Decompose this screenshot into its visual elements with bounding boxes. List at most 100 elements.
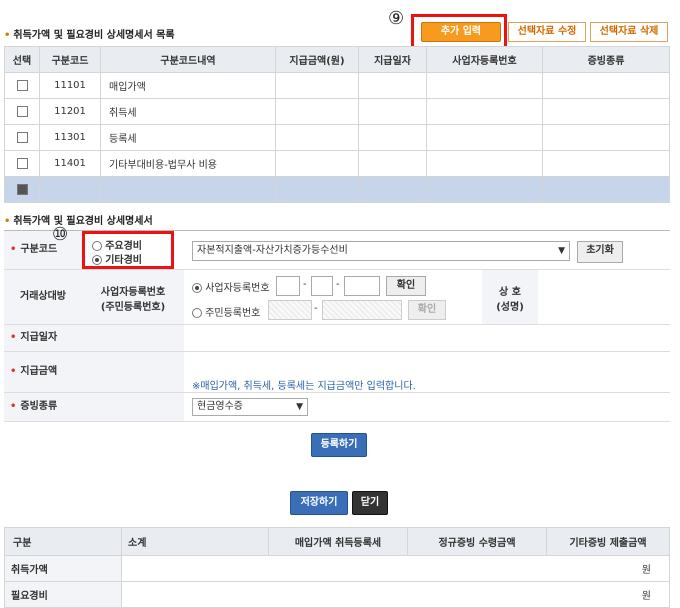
col-code-desc: 구분코드내역	[100, 46, 276, 73]
row-date	[358, 98, 427, 125]
row-code: 11401	[39, 150, 101, 177]
code-select[interactable]: 자본적지출액-자산가치증가등수선비 ▼	[192, 241, 570, 261]
proof-type-select[interactable]: 현금영수증 ▼	[192, 398, 308, 416]
row-code: 11301	[39, 124, 101, 151]
row-date	[358, 72, 427, 99]
required-icon: •	[10, 244, 17, 255]
col-category: 구분	[4, 527, 122, 556]
amount-note: ※매입가액, 취득세, 등록세는 지급금액만 입력합니다.	[192, 381, 416, 392]
row-amount	[275, 124, 359, 151]
list-section-title-text: 취득가액 및 필요경비 상세명세서 목록	[13, 30, 175, 41]
row-bizno	[426, 72, 543, 99]
proof-type-value: 현금영수증	[197, 401, 243, 412]
table-row[interactable]: 11401 기타부대비용-법무사 비용	[4, 150, 670, 177]
code-label-text: 구분코드	[20, 244, 58, 255]
name-label-line2: (성명)	[496, 302, 524, 313]
reg-number-label: 사업자등록번호 (주민등록번호)	[82, 270, 184, 324]
row-checkbox-cell[interactable]	[4, 150, 40, 177]
pay-amount-label: • 지급금액	[4, 352, 184, 392]
dash: -	[314, 303, 318, 314]
col-amount: 지급금액(원)	[275, 46, 359, 73]
name-label: 상 호 (성명)	[482, 270, 538, 324]
table-row-selected[interactable]	[4, 176, 670, 203]
divider	[4, 421, 670, 422]
resident-confirm-button[interactable]: 확인	[408, 300, 446, 320]
bullet-icon: •	[4, 216, 11, 227]
reg-label-line2: (주민등록번호)	[100, 302, 166, 313]
summary-table: 구분 소계 매입가액 취득등록세 정규증빙 수령금액 기타증빙 제출금액 취득가…	[4, 527, 670, 608]
col-biz-no: 사업자등록번호	[426, 46, 543, 73]
bullet-icon: •	[4, 30, 11, 41]
table-row[interactable]: 11201 취득세	[4, 98, 670, 125]
row-bizno	[426, 176, 543, 203]
list-table: 선택 구분코드 구분코드내역 지급금액(원) 지급일자 사업자등록번호 증빙종류…	[4, 46, 670, 203]
row-checkbox-cell[interactable]	[4, 176, 40, 203]
row-checkbox-checked[interactable]	[16, 183, 28, 195]
row-checkbox[interactable]	[16, 79, 28, 91]
col-subtotal: 소계	[121, 527, 269, 556]
close-button[interactable]: 닫기	[352, 491, 388, 515]
row-code	[39, 176, 101, 203]
row-checkbox-cell[interactable]	[4, 124, 40, 151]
row-proof	[542, 150, 670, 177]
radio-resident-number[interactable]: 주민등록번호	[192, 304, 260, 319]
row-desc: 취득세	[100, 98, 276, 125]
col-code: 구분코드	[39, 46, 101, 73]
row-checkbox[interactable]	[16, 105, 28, 117]
row-label: 필요경비	[4, 581, 122, 608]
radio-resident-label: 주민등록번호	[205, 308, 261, 319]
biz-confirm-button[interactable]: 확인	[386, 276, 426, 296]
row-checkbox[interactable]	[16, 157, 28, 169]
reset-button[interactable]: 초기화	[577, 241, 623, 263]
row-label: 취득가액	[4, 555, 122, 582]
summary-header: 구분 소계 매입가액 취득등록세 정규증빙 수령금액 기타증빙 제출금액	[4, 527, 670, 556]
radio-biz-label: 사업자등록번호	[205, 283, 270, 294]
chevron-down-icon: ▼	[558, 246, 565, 256]
code-select-value: 자본적지출액-자산가치증가등수선비	[197, 245, 348, 256]
row-proof	[542, 98, 670, 125]
required-icon: •	[10, 366, 17, 377]
dash: -	[303, 279, 307, 290]
col-other-proof: 기타증빙 제출금액	[546, 527, 670, 556]
list-table-header: 선택 구분코드 구분코드내역 지급금액(원) 지급일자 사업자등록번호 증빙종류	[4, 46, 670, 73]
row-bizno	[426, 150, 543, 177]
dash: -	[336, 279, 340, 290]
pay-date-label-text: 지급일자	[20, 332, 58, 343]
row-date	[358, 124, 427, 151]
radio-icon[interactable]	[192, 308, 202, 318]
detail-section-title: • 취득가액 및 필요경비 상세명세서	[4, 212, 153, 227]
row-unit: 원	[121, 581, 670, 608]
col-proof: 증빙종류	[542, 46, 670, 73]
row-checkbox-cell[interactable]	[4, 72, 40, 99]
row-checkbox-cell[interactable]	[4, 98, 40, 125]
resident-number-part2-input[interactable]	[322, 300, 402, 320]
proof-type-label-text: 증빙종류	[20, 401, 58, 412]
edit-selected-button[interactable]: 선택자료 수정	[508, 22, 586, 42]
reg-label-line1: 사업자등록번호	[100, 287, 166, 298]
row-unit: 원	[121, 555, 670, 582]
list-section-title: • 취득가액 및 필요경비 상세명세서 목록	[4, 26, 175, 41]
col-date: 지급일자	[358, 46, 427, 73]
radio-biz-number[interactable]: 사업자등록번호	[192, 279, 270, 294]
row-bizno	[426, 124, 543, 151]
row-checkbox[interactable]	[16, 131, 28, 143]
marker-9: ⑨	[388, 8, 405, 29]
table-row[interactable]: 11301 등록세	[4, 124, 670, 151]
row-amount	[275, 150, 359, 177]
biz-number-part2-input[interactable]	[311, 276, 333, 296]
col-regular-proof: 정규증빙 수령금액	[407, 527, 547, 556]
table-row[interactable]: 11101 매입가액	[4, 72, 670, 99]
radio-selected-icon[interactable]	[192, 283, 202, 293]
biz-number-part1-input[interactable]	[276, 276, 300, 296]
register-button[interactable]: 등록하기	[311, 433, 367, 457]
highlight-box-expense-type	[82, 231, 174, 269]
delete-selected-button[interactable]: 선택자료 삭제	[590, 22, 668, 42]
save-button[interactable]: 저장하기	[290, 491, 348, 515]
required-icon: •	[10, 332, 17, 343]
resident-number-part1-input[interactable]	[268, 300, 312, 320]
pay-amount-label-text: 지급금액	[20, 366, 58, 377]
row-code: 11101	[39, 72, 101, 99]
biz-number-part3-input[interactable]	[344, 276, 380, 296]
row-amount	[275, 176, 359, 203]
add-input-button[interactable]: 추가 입력	[421, 22, 501, 42]
